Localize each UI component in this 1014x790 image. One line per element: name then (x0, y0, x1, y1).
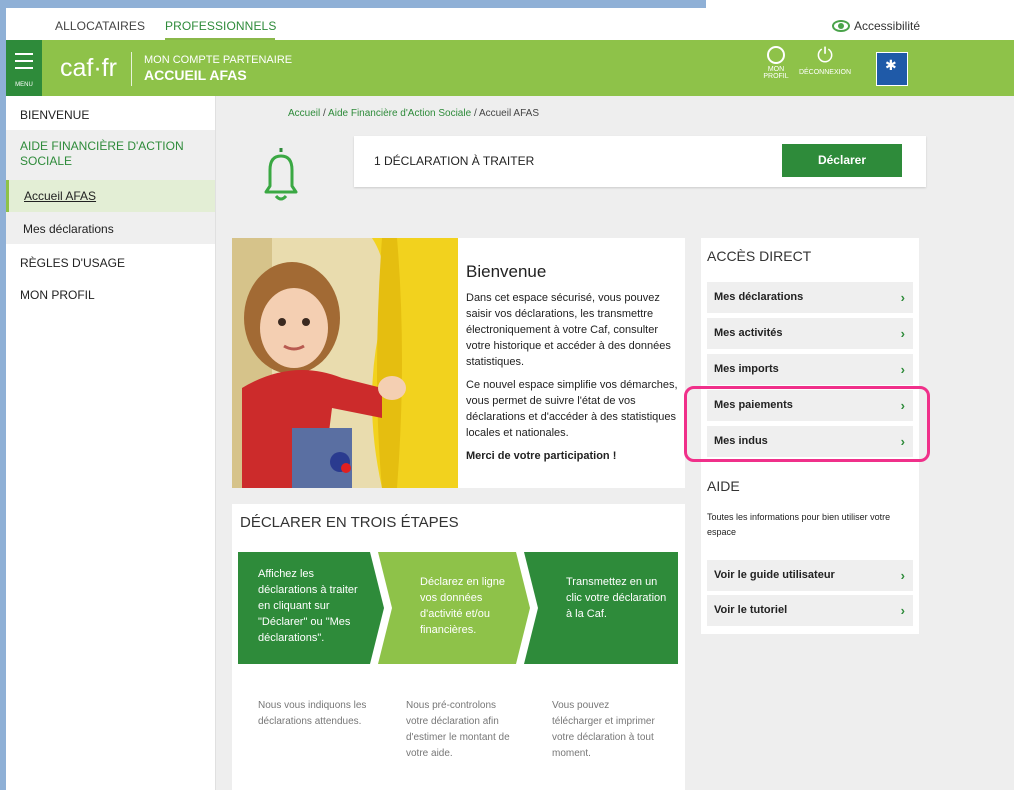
power-icon: ⏻ (817, 45, 833, 67)
welcome-paragraph-1: Dans cet espace sécurisé, vous pouvez sa… (466, 292, 671, 368)
sidebar-item-accueil-afas[interactable]: Accueil AFAS (6, 180, 215, 212)
steps-panel: DÉCLARER EN TROIS ÉTAPES Affichez les dé… (232, 504, 685, 790)
link-label: Mes activités (714, 327, 783, 339)
child-photo (232, 238, 458, 488)
link-mes-declarations[interactable]: Mes déclarations › (707, 282, 913, 313)
chevron-right-icon: › (900, 290, 905, 305)
declaration-count: 1 DÉCLARATION À TRAITER (374, 154, 535, 168)
cnaf-logo: ✱ (876, 52, 908, 86)
link-mes-activites[interactable]: Mes activités › (707, 318, 913, 349)
aide-text: Toutes les informations pour bien utilis… (707, 512, 891, 537)
header: MENU caf·fr MON COMPTE PARTENAIRE ACCUEI… (6, 40, 1014, 96)
profile-label: MON PROFIL (763, 66, 789, 80)
eye-icon (831, 20, 850, 32)
chevron-right-icon: › (900, 326, 905, 341)
user-icon (767, 46, 785, 64)
breadcrumb: Accueil / Aide Financière d'Action Socia… (288, 108, 539, 119)
step-3-desc: Vous pouvez télécharger et imprimer votr… (552, 700, 655, 759)
step-2-desc: Nous pré-controlons votre déclaration af… (406, 700, 510, 759)
window-frame-top (0, 0, 706, 8)
welcome-title: Bienvenue (466, 262, 547, 281)
welcome-thanks: Merci de votre participation ! (466, 450, 617, 462)
bell-icon (264, 148, 298, 201)
top-bar: ALLOCATAIRES PROFESSIONNELS Accessibilit… (6, 8, 1014, 41)
chevron-right-icon: › (900, 362, 905, 377)
direct-access-title: ACCÈS DIRECT (707, 248, 812, 264)
menu-label: MENU (15, 82, 33, 88)
hamburger-icon-bar (15, 67, 33, 69)
aide-title: AIDE (707, 478, 740, 494)
logo-divider (131, 52, 132, 86)
chevron-right-icon: › (900, 603, 905, 618)
link-tutoriel[interactable]: Voir le tutoriel › (707, 595, 913, 626)
link-guide-utilisateur[interactable]: Voir le guide utilisateur › (707, 560, 913, 591)
sidebar-item-label: Accueil AFAS (24, 189, 97, 203)
step-2-label: Déclarez en ligne vos données d'activité… (420, 576, 505, 636)
link-label: Voir le tutoriel (714, 604, 788, 616)
hamburger-icon (15, 53, 33, 55)
declaration-alert: 1 DÉCLARATION À TRAITER Déclarer (354, 136, 926, 187)
sidebar: BIENVENUE AIDE FINANCIÈRE D'ACTION SOCIA… (6, 96, 216, 790)
allocataires-link[interactable]: ALLOCATAIRES (55, 19, 145, 33)
link-mes-imports[interactable]: Mes imports › (707, 354, 913, 385)
sidebar-item-mes-declarations[interactable]: Mes déclarations (6, 212, 215, 244)
sidebar-item-regles[interactable]: RÈGLES D'USAGE (6, 256, 215, 270)
sidebar-item-afas[interactable]: AIDE FINANCIÈRE D'ACTION SOCIALE (6, 130, 215, 180)
declarer-button[interactable]: Déclarer (782, 144, 902, 177)
step-1-label: Affichez les déclarations à traiter en c… (258, 568, 358, 644)
logout-label: DÉCONNEXION (798, 69, 852, 76)
link-label: Mes déclarations (714, 291, 804, 303)
welcome-paragraph-2: Ce nouvel espace simplifie vos démarches… (466, 379, 678, 439)
steps-title: DÉCLARER EN TROIS ÉTAPES (240, 514, 459, 531)
link-label: Voir le guide utilisateur (714, 569, 835, 581)
step-1-desc: Nous vous indiquons les déclarations att… (258, 700, 367, 727)
account-type: MON COMPTE PARTENAIRE (144, 54, 293, 66)
accessibility-link[interactable]: Accessibilité (831, 19, 920, 33)
page-title: ACCUEIL AFAS (144, 67, 247, 83)
breadcrumb-current: Accueil AFAS (478, 108, 539, 119)
menu-button[interactable]: MENU (6, 40, 42, 96)
sidebar-item-profil[interactable]: MON PROFIL (6, 288, 215, 302)
chevron-right-icon: › (900, 568, 905, 583)
highlight-annotation (684, 386, 930, 462)
breadcrumb-afas[interactable]: Aide Financière d'Action Sociale (328, 108, 471, 119)
welcome-text: Dans cet espace sécurisé, vous pouvez sa… (466, 290, 680, 471)
steps-arrows: Affichez les déclarations à traiter en c… (238, 552, 678, 664)
welcome-panel: Bienvenue Dans cet espace sécurisé, vous… (232, 238, 685, 488)
step-3-label: Transmettez en un clic votre déclaration… (566, 576, 667, 620)
profile-button[interactable]: MON PROFIL (758, 46, 794, 80)
professionnels-link[interactable]: PROFESSIONNELS (165, 19, 276, 33)
caf-logo[interactable]: caf·fr (60, 54, 117, 83)
sidebar-item-bienvenue[interactable]: BIENVENUE (6, 108, 215, 122)
logout-button[interactable]: ⏻ DÉCONNEXION (794, 46, 856, 76)
link-label: Mes imports (714, 363, 779, 375)
hamburger-icon-bar (15, 60, 33, 62)
accessibility-label: Accessibilité (853, 19, 920, 33)
breadcrumb-accueil[interactable]: Accueil (288, 108, 320, 119)
